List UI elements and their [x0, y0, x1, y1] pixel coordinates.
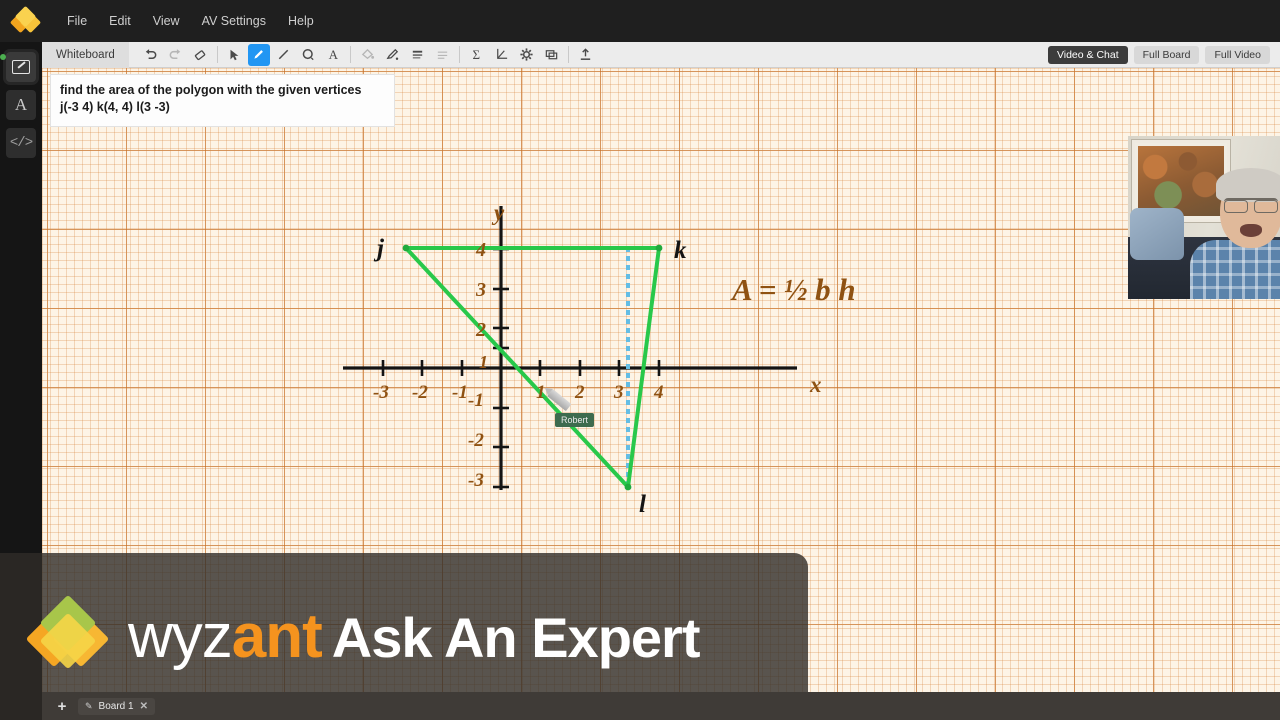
panel-title: Whiteboard [42, 41, 129, 68]
rename-board-icon[interactable]: ✎ [85, 701, 93, 712]
tick-y-n1: -1 [468, 390, 484, 411]
code-icon: </> [9, 135, 33, 151]
select-pointer-icon[interactable] [222, 42, 247, 68]
equation-sigma-icon[interactable]: Σ [464, 42, 489, 68]
tick-y-4: 4 [475, 239, 486, 261]
axis-label-x: x [809, 372, 822, 397]
area-formula: A = ½ b h [730, 272, 856, 307]
sidebar-item-text[interactable]: A [6, 90, 36, 120]
vertex-label-l: l [639, 491, 646, 518]
person-mouth [1240, 224, 1262, 237]
cursor-name-label: Robert [555, 413, 595, 427]
text-tool-icon[interactable]: A [321, 42, 346, 68]
menu-help[interactable]: Help [277, 10, 325, 32]
add-board-button[interactable]: + [54, 698, 70, 715]
tick-y-1: 1 [479, 352, 488, 372]
board-tab-bar: + ✎ Board 1 ✕ [42, 692, 1280, 720]
view-mode-buttons: Video & Chat Full Board Full Video [1047, 45, 1280, 64]
video-and-chat-button[interactable]: Video & Chat [1047, 45, 1128, 64]
board-tab-label: Board 1 [98, 700, 134, 712]
undo-button[interactable] [138, 42, 163, 68]
eraser-icon[interactable] [188, 42, 213, 68]
gear-icon[interactable] [514, 42, 539, 68]
watermark-ant: ant [231, 601, 323, 671]
close-board-icon[interactable]: ✕ [140, 701, 148, 712]
person-hair [1216, 168, 1280, 202]
tick-x-n1: -1 [452, 382, 468, 403]
menu-file[interactable]: File [56, 10, 98, 32]
axis-label-y: y [491, 200, 505, 225]
tick-y-2: 2 [475, 319, 486, 341]
wyzant-logo-icon [9, 5, 42, 34]
text-tool-icon: A [14, 95, 28, 114]
tick-y-n3: -3 [468, 470, 484, 491]
menu-bar: File Edit View AV Settings Help [0, 0, 1280, 42]
line-style-icon[interactable] [430, 42, 455, 68]
wyzant-diamond-logo-icon [25, 594, 112, 673]
pencil-tool-button[interactable] [247, 43, 270, 66]
remote-cursor: Robert [547, 388, 630, 434]
full-board-button[interactable]: Full Board [1133, 45, 1200, 64]
tutor-video-panel[interactable] [1128, 136, 1280, 299]
shape-tool-icon[interactable] [296, 42, 321, 68]
whiteboard-toolbar: Whiteboard A Σ Video & Chat Full Board F… [42, 41, 1280, 68]
line-tool-icon[interactable] [271, 42, 296, 68]
highlighter-icon[interactable] [380, 42, 405, 68]
menu-av-settings[interactable]: AV Settings [191, 10, 277, 32]
redo-button[interactable] [163, 42, 188, 68]
person-glasses [1224, 198, 1278, 213]
board-tab[interactable]: ✎ Board 1 ✕ [78, 697, 155, 715]
vertex-label-k: k [674, 237, 687, 264]
watermark-wyz: wyz [128, 601, 233, 671]
person-shirt [1190, 240, 1280, 299]
watermark-text: wyzant Ask An Expert [128, 605, 701, 669]
fill-bucket-icon[interactable] [355, 42, 380, 68]
tick-x-n3: -3 [373, 382, 389, 403]
full-video-button[interactable]: Full Video [1205, 45, 1270, 64]
upload-icon[interactable] [573, 42, 598, 68]
couch-pillow [1130, 208, 1184, 260]
watermark-tagline: Ask An Expert [331, 605, 701, 669]
tick-y-n2: -2 [468, 430, 484, 451]
vertex-label-j: j [373, 235, 385, 262]
sidebar-item-whiteboard[interactable] [0, 52, 36, 82]
layers-icon[interactable] [539, 42, 564, 68]
tick-x-4: 4 [653, 382, 664, 403]
graph-axes-icon[interactable] [489, 42, 514, 68]
sidebar-item-code[interactable]: </> [6, 128, 36, 158]
whiteboard-icon [12, 60, 30, 74]
menu-view[interactable]: View [142, 10, 191, 32]
line-weight-icon[interactable] [405, 42, 430, 68]
tick-y-3: 3 [475, 279, 486, 301]
wall-picture-art [1138, 146, 1224, 216]
whiteboard-app: File Edit View AV Settings Help A </> Wh… [0, 0, 1280, 720]
tick-x-n2: -2 [412, 382, 428, 403]
pencil-cursor-icon [547, 389, 572, 412]
menu-edit[interactable]: Edit [98, 10, 142, 32]
